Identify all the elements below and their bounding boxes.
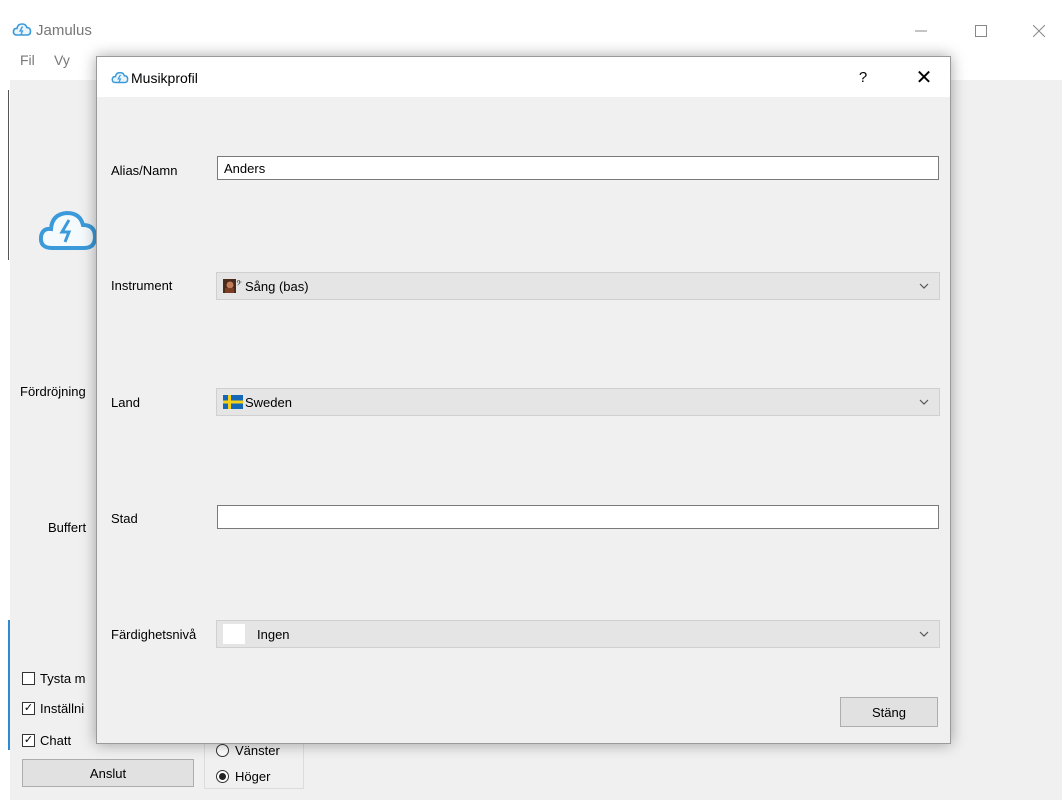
menu-fil[interactable]: Fil [20, 52, 35, 68]
app-title: Jamulus [36, 22, 92, 39]
musikprofil-dialog: Musikprofil ? ✕ Alias/Namn Instrument 𝄢 … [96, 56, 951, 744]
dialog-title: Musikprofil [131, 70, 198, 86]
checkbox-box[interactable]: ✓ [22, 733, 35, 747]
instrument-select[interactable]: 𝄢 Sång (bas) [216, 272, 940, 300]
city-label: Stad [111, 511, 138, 526]
jamulus-cloud-logo-icon [38, 210, 98, 250]
country-label: Land [111, 395, 140, 410]
dialog-titlebar: Musikprofil ? ✕ [97, 57, 950, 97]
city-input[interactable] [217, 505, 939, 529]
dialog-close-button[interactable]: ✕ [907, 63, 941, 91]
skill-select[interactable]: Ingen [216, 620, 940, 648]
skill-value: Ingen [257, 626, 290, 642]
jamulus-logo-icon [12, 23, 32, 36]
skill-color-swatch [223, 624, 245, 644]
chevron-down-icon [919, 399, 929, 405]
checkbox-chat-label: Chatt [40, 732, 72, 748]
radio-right-label: Höger [235, 768, 271, 784]
checkbox-box[interactable] [22, 671, 35, 685]
delay-label: Fördröjning [20, 384, 86, 399]
menu-vy[interactable]: Vy [54, 52, 70, 68]
jamulus-logo-icon [111, 71, 129, 84]
checkbox-settings-label: Inställni [40, 700, 85, 716]
main-titlebar: Jamulus [0, 12, 1062, 52]
focus-edge [8, 620, 10, 750]
maximize-icon[interactable] [958, 16, 1004, 46]
minimize-icon[interactable] [898, 16, 944, 46]
svg-text:𝄢: 𝄢 [236, 279, 242, 290]
radio-left-label: Vänster [235, 742, 280, 758]
help-button[interactable]: ? [853, 67, 873, 87]
skill-label: Färdighetsnivå [111, 627, 197, 642]
checkbox-chat[interactable]: ✓ Chatt [22, 730, 71, 750]
flag-sweden-icon [223, 395, 243, 409]
radio-right[interactable]: Höger [216, 766, 270, 786]
instrument-bass-singer-icon: 𝄢 [223, 279, 242, 293]
instrument-value: Sång (bas) [245, 278, 309, 294]
connect-button[interactable]: Anslut [22, 759, 194, 787]
alias-input[interactable] [217, 156, 939, 180]
country-select[interactable]: Sweden [216, 388, 940, 416]
radio-button[interactable] [216, 769, 229, 783]
buffer-label: Buffert [48, 520, 87, 535]
chevron-down-icon [919, 283, 929, 289]
alias-label: Alias/Namn [111, 163, 178, 178]
checkbox-mute-label: Tysta m [40, 670, 86, 686]
checkbox-mute[interactable]: Tysta m [22, 668, 86, 688]
window-edge [8, 90, 9, 260]
country-value: Sweden [245, 394, 292, 410]
radio-button[interactable] [216, 743, 229, 757]
close-dialog-button[interactable]: Stäng [840, 697, 938, 727]
checkbox-settings[interactable]: ✓ Inställni [22, 698, 84, 718]
chevron-down-icon [919, 631, 929, 637]
instrument-label: Instrument [111, 278, 173, 293]
checkbox-box[interactable]: ✓ [22, 701, 35, 715]
window-close-icon[interactable] [1016, 16, 1062, 46]
